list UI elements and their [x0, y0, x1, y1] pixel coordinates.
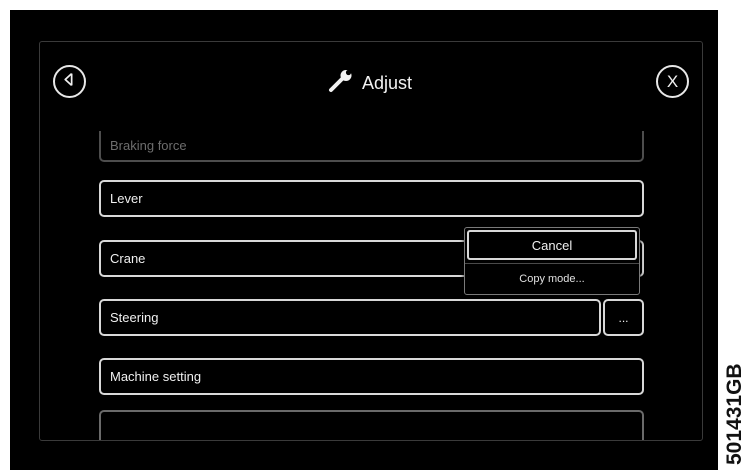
menu-item-label: Braking force — [110, 138, 187, 153]
page-title-group: Adjust — [328, 68, 412, 98]
copy-mode-label: Copy mode... — [519, 273, 585, 285]
menu-item-steering[interactable]: Steering — [99, 299, 601, 336]
menu-item-label: Machine setting — [110, 369, 202, 384]
copy-mode-button[interactable]: Copy mode... — [465, 265, 639, 293]
menu-item-braking-force[interactable]: Braking force — [99, 131, 644, 162]
back-button[interactable] — [53, 65, 86, 98]
menu-item-label: Steering — [110, 310, 159, 325]
menu-item-hidden[interactable] — [99, 410, 644, 440]
close-icon: X — [666, 71, 679, 91]
more-options-button[interactable]: ... — [603, 299, 644, 336]
figure-code: 501431GB — [723, 363, 746, 465]
context-menu: Cancel Copy mode... — [464, 227, 640, 295]
menu-item-machine-setting[interactable]: Machine setting — [99, 358, 644, 395]
back-arrow-icon — [62, 72, 77, 92]
device-screen: Adjust X Braking force Lever Crane Steer… — [10, 10, 718, 470]
cancel-button[interactable]: Cancel — [467, 230, 637, 260]
page-title: Adjust — [362, 72, 413, 93]
cancel-label: Cancel — [531, 237, 573, 253]
menu-item-lever[interactable]: Lever — [99, 180, 644, 217]
wrench-icon — [328, 69, 354, 98]
menu-item-label: Lever — [110, 191, 143, 206]
context-menu-divider — [465, 263, 639, 264]
ellipsis-icon: ... — [618, 311, 629, 325]
close-button[interactable]: X — [656, 65, 689, 98]
menu-item-label: Crane — [110, 251, 146, 266]
